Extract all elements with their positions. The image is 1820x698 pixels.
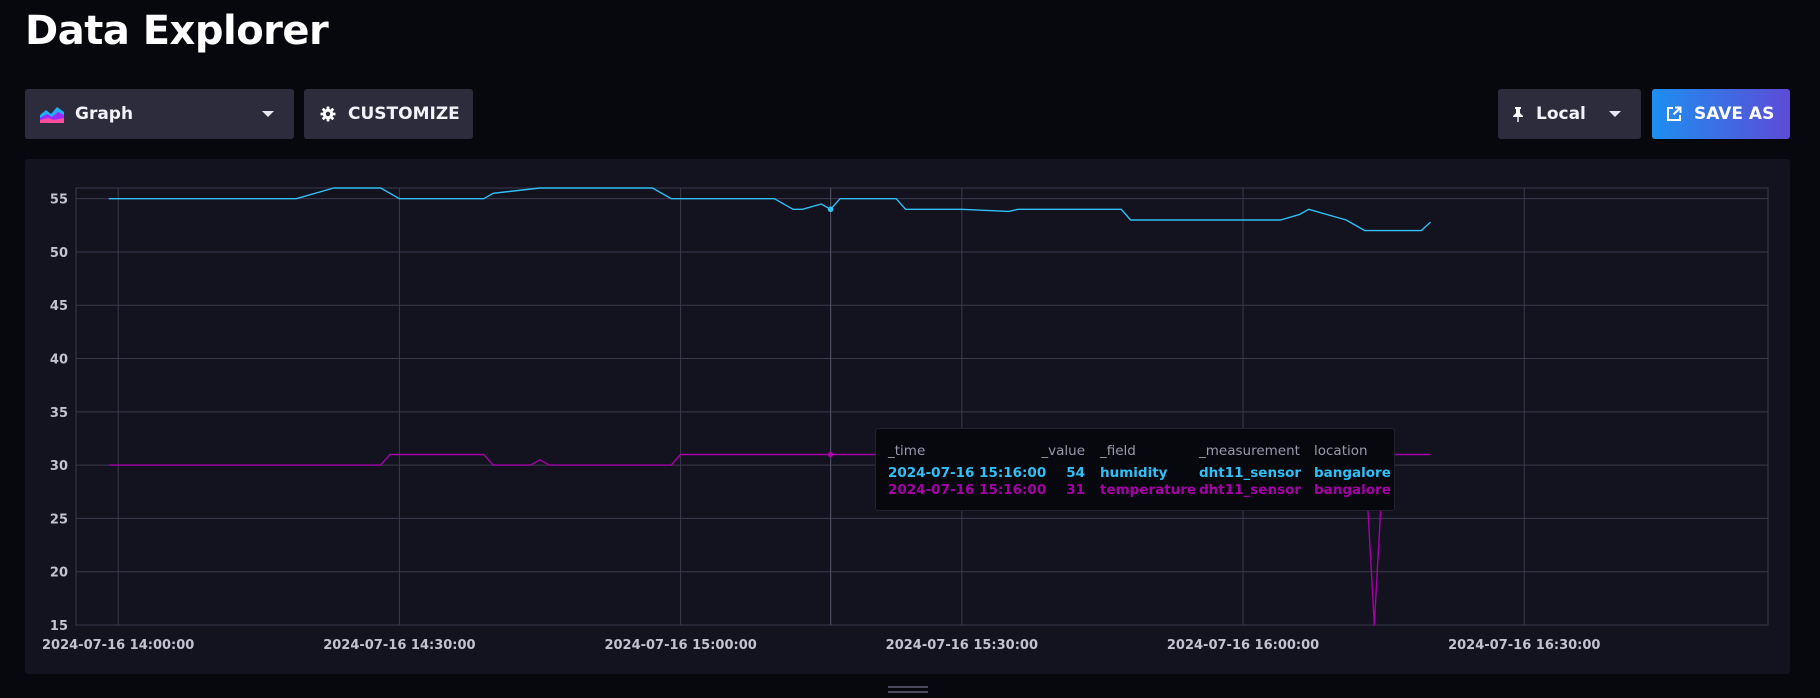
- tooltip-row-location: bangalore: [1314, 465, 1391, 481]
- line-chart[interactable]: 15 20 25 30 35 40 45 50 55 2024-07-16 14:00:00 202…: [25, 159, 1790, 674]
- chevron-down-icon: [262, 111, 274, 117]
- x-tick-label: 2024-07-16 15:00:00: [604, 638, 756, 653]
- y-tick-label: 30: [50, 459, 68, 474]
- humidity-hover-point: [827, 206, 834, 213]
- y-tick-label: 55: [50, 193, 68, 208]
- x-tick-label: 2024-07-16 14:30:00: [323, 638, 475, 653]
- y-tick-label: 20: [50, 566, 68, 581]
- tooltip-row-field: temperature: [1100, 482, 1197, 498]
- tooltip-header-value: _value: [1041, 443, 1085, 459]
- timezone-dropdown[interactable]: Local: [1498, 89, 1641, 139]
- x-tick-label: 2024-07-16 16:00:00: [1167, 638, 1319, 653]
- x-tick-label: 2024-07-16 15:30:00: [886, 638, 1038, 653]
- page-title: Data Explorer: [25, 8, 329, 54]
- humidity-series-line: [108, 187, 1431, 232]
- chevron-down-icon: [1609, 111, 1621, 117]
- tooltip-header-location: location: [1314, 443, 1368, 459]
- graph-panel[interactable]: 15 20 25 30 35 40 45 50 55 2024-07-16 14:00:00 202…: [25, 159, 1790, 674]
- tooltip-header-field: _field: [1100, 443, 1136, 459]
- y-tick-label: 35: [50, 406, 68, 421]
- tooltip-row-location: bangalore: [1314, 482, 1391, 498]
- save-as-button[interactable]: SAVE AS: [1652, 89, 1790, 139]
- graph-icon: [39, 104, 65, 124]
- customize-button[interactable]: CUSTOMIZE: [304, 89, 473, 139]
- graph-type-dropdown[interactable]: Graph: [25, 89, 294, 139]
- x-tick-label: 2024-07-16 16:30:00: [1448, 638, 1600, 653]
- external-link-icon: [1666, 106, 1682, 122]
- y-tick-label: 15: [50, 619, 68, 634]
- tooltip-row-measurement: dht11_sensor: [1199, 465, 1302, 481]
- resize-handle[interactable]: [888, 686, 928, 695]
- y-tick-label: 45: [50, 299, 68, 314]
- graph-type-label: Graph: [75, 104, 134, 124]
- y-tick-label: 25: [50, 512, 68, 527]
- gear-icon: [320, 106, 336, 122]
- tooltip-row-field: humidity: [1100, 465, 1168, 481]
- tooltip-row-measurement: dht11_sensor: [1199, 482, 1302, 498]
- temperature-hover-point: [827, 451, 834, 458]
- pin-icon: [1512, 106, 1524, 122]
- hover-tooltip: _time _value _field _measurement locatio…: [875, 428, 1395, 511]
- tooltip-row-value: 54: [1066, 465, 1085, 481]
- timezone-label: Local: [1536, 104, 1586, 124]
- x-tick-label: 2024-07-16 14:00:00: [42, 638, 194, 653]
- customize-label: CUSTOMIZE: [348, 104, 460, 124]
- tooltip-header-measurement: _measurement: [1199, 443, 1300, 459]
- tooltip-row-time: 2024-07-16 15:16:00: [888, 482, 1047, 498]
- y-tick-label: 40: [50, 353, 68, 368]
- tooltip-row-time: 2024-07-16 15:16:00: [888, 465, 1047, 481]
- plot-border: [75, 187, 1769, 626]
- save-as-label: SAVE AS: [1694, 104, 1775, 124]
- tooltip-row-value: 31: [1066, 482, 1085, 498]
- tooltip-header-time: _time: [888, 443, 926, 459]
- y-tick-label: 50: [50, 246, 68, 261]
